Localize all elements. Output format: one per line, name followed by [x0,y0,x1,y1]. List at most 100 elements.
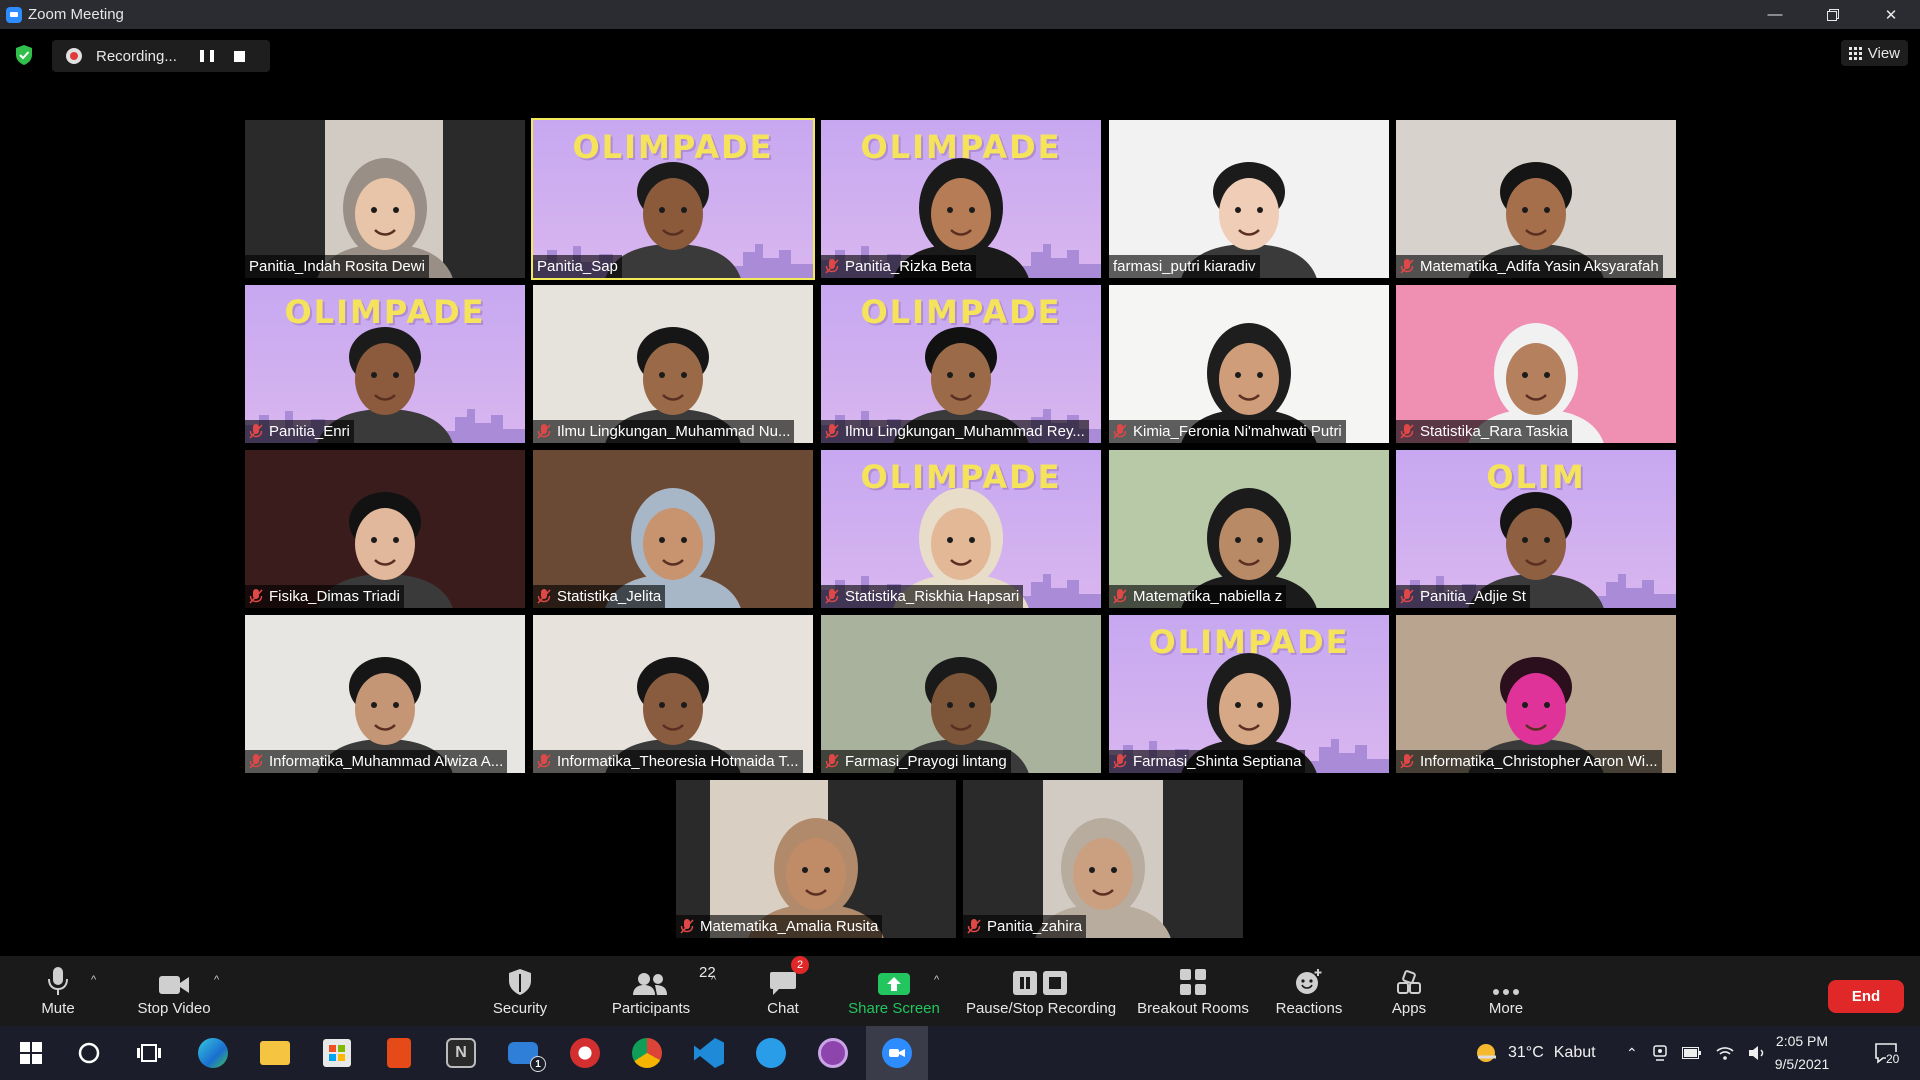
participant-tile[interactable]: OLIMPADE Statistika_Riskhia Hapsari [821,450,1101,608]
audio-options-caret[interactable]: ^ [91,974,96,986]
share-screen-icon [878,973,910,995]
office-icon [387,1038,411,1068]
taskbar-edge[interactable] [182,1026,244,1080]
participant-name: Statistika_Rara Taskia [1420,423,1569,440]
view-button[interactable]: View [1840,40,1908,66]
muted-mic-icon [1113,589,1127,604]
muted-mic-icon [967,919,981,934]
participant-tile[interactable]: Ilmu Lingkungan_Muhammad Nu... [533,285,813,443]
participants-options-caret[interactable]: ^ [711,974,716,986]
task-view-button[interactable] [118,1026,180,1080]
minimize-button[interactable]: — [1746,0,1804,29]
cortana-button[interactable] [58,1026,120,1080]
restore-button[interactable] [1804,0,1862,29]
participant-name-tag: Panitia_Rizka Beta [821,255,976,278]
participant-tile[interactable]: Panitia_zahira [963,780,1243,938]
participant-tile[interactable]: Statistika_Rara Taskia [1396,285,1676,443]
taskbar-notion[interactable]: N [430,1026,492,1080]
close-button[interactable]: ✕ [1862,0,1920,29]
participant-name-tag: Informatika_Theoresia Hotmaida T... [533,750,803,773]
muted-mic-icon [537,754,551,769]
taskbar-vscode[interactable] [678,1026,740,1080]
more-button[interactable]: More [1482,956,1530,1026]
muted-mic-icon [537,589,551,604]
share-options-caret[interactable]: ^ [934,974,939,986]
stop-video-button[interactable]: Stop Video [134,956,214,1026]
participant-tile[interactable]: Informatika_Christopher Aaron Wi... [1396,615,1676,773]
wifi-icon[interactable] [1716,1045,1734,1061]
github-icon [818,1038,848,1068]
chat-button[interactable]: 2 Chat [758,956,809,1026]
battery-icon[interactable] [1681,1047,1702,1059]
participant-name-tag: Farmasi_Prayogi lintang [821,750,1011,773]
participant-name-tag: Panitia_Indah Rosita Dewi [245,255,429,278]
taskbar-clock[interactable]: 2:05 PM 9/5/2021 [1762,1030,1842,1076]
participant-tile[interactable]: farmasi_putri kiaradiv [1109,120,1389,278]
participant-name-tag: Panitia_zahira [963,915,1087,938]
participant-name: Panitia_Adjie St [1420,588,1526,605]
zoom-icon [882,1038,912,1068]
participant-name-tag: Ilmu Lingkungan_Muhammad Rey... [821,420,1089,443]
participant-tile[interactable]: Informatika_Muhammad Alwiza A... [245,615,525,773]
taskbar-zoom[interactable] [866,1026,928,1080]
reactions-button[interactable]: Reactions [1272,956,1346,1026]
muted-mic-icon [1400,589,1414,604]
end-meeting-button[interactable]: End [1828,980,1904,1013]
participant-tile[interactable]: Matematika_nabiella z [1109,450,1389,608]
grid-view-icon [1848,46,1862,60]
participant-name-tag: Fisika_Dimas Triadi [245,585,404,608]
security-button[interactable]: Security [488,956,552,1026]
participant-name-tag: Matematika_Amalia Rusita [676,915,883,938]
taskbar-mail[interactable]: 1 [492,1026,554,1080]
muted-mic-icon [249,589,263,604]
pause-stop-recording-icon [1013,971,1067,995]
breakout-rooms-button[interactable]: Breakout Rooms [1134,956,1252,1026]
pause-recording-button[interactable] [200,50,214,62]
notification-center-button[interactable]: 20 [1866,1026,1906,1080]
taskbar-chrome[interactable] [616,1026,678,1080]
participant-tile[interactable]: Farmasi_Prayogi lintang [821,615,1101,773]
participant-tile[interactable]: Kimia_Feronia Ni'mahwati Putri [1109,285,1389,443]
participant-tile[interactable]: OLIMPADE Panitia_Enri [245,285,525,443]
tray-chevron-icon[interactable]: ⌃ [1626,1045,1638,1062]
participant-tile[interactable]: Matematika_Amalia Rusita [676,780,956,938]
taskbar-file-explorer[interactable] [244,1026,306,1080]
taskbar-chrome-profile[interactable] [554,1026,616,1080]
participant-tile[interactable]: Informatika_Theoresia Hotmaida T... [533,615,813,773]
participant-tile[interactable]: OLIMPADE Ilmu Lingkungan_Muhammad Rey... [821,285,1101,443]
apps-button[interactable]: Apps [1387,956,1431,1026]
participant-tile[interactable]: OLIM Panitia_Adjie St [1396,450,1676,608]
muted-mic-icon [1113,754,1127,769]
weather-widget[interactable]: 31°C Kabut [1474,1026,1596,1080]
mute-button[interactable]: Mute [30,956,86,1026]
participant-name: Statistika_Jelita [557,588,662,605]
taskbar-store[interactable] [306,1026,368,1080]
taskbar-github[interactable] [802,1026,864,1080]
breakout-rooms-label: Breakout Rooms [1137,1000,1249,1017]
windows-taskbar: N 1 31°C Kabut ⌃ 2:05 PM 9/5/2021 20 [0,1026,1920,1080]
clock-date: 9/5/2021 [1774,1056,1830,1072]
reactions-smiley-icon [1296,969,1322,994]
start-button[interactable] [0,1026,62,1080]
pause-stop-recording-button[interactable]: Pause/Stop Recording [962,956,1120,1026]
participant-tile[interactable]: Statistika_Jelita [533,450,813,608]
apps-icon [1397,970,1421,994]
participant-tile[interactable]: OLIMPADE Panitia_Rizka Beta [821,120,1101,278]
participant-tile[interactable]: OLIMPADE Farmasi_Shinta Septiana [1109,615,1389,773]
participant-name: Panitia_Indah Rosita Dewi [249,258,425,275]
stop-recording-button[interactable] [234,50,245,62]
participant-tile[interactable]: Fisika_Dimas Triadi [245,450,525,608]
participant-tile[interactable]: OLIMPADE Panitia_Sap [531,118,815,280]
tray-camera-icon[interactable] [1652,1044,1668,1062]
recording-label: Recording... [96,47,177,65]
taskbar-voice-app[interactable] [740,1026,802,1080]
participant-tile[interactable]: Panitia_Indah Rosita Dewi [245,120,525,278]
video-options-caret[interactable]: ^ [214,974,219,986]
participant-tile[interactable]: Matematika_Adifa Yasin Aksyarafah [1396,120,1676,278]
participants-button[interactable]: 22 Participants [606,956,716,1026]
encryption-shield-icon[interactable] [14,44,34,66]
taskbar-office[interactable] [368,1026,430,1080]
zoom-app-icon [6,6,22,23]
share-screen-button[interactable]: Share Screen [846,956,942,1026]
muted-mic-icon [825,424,839,439]
